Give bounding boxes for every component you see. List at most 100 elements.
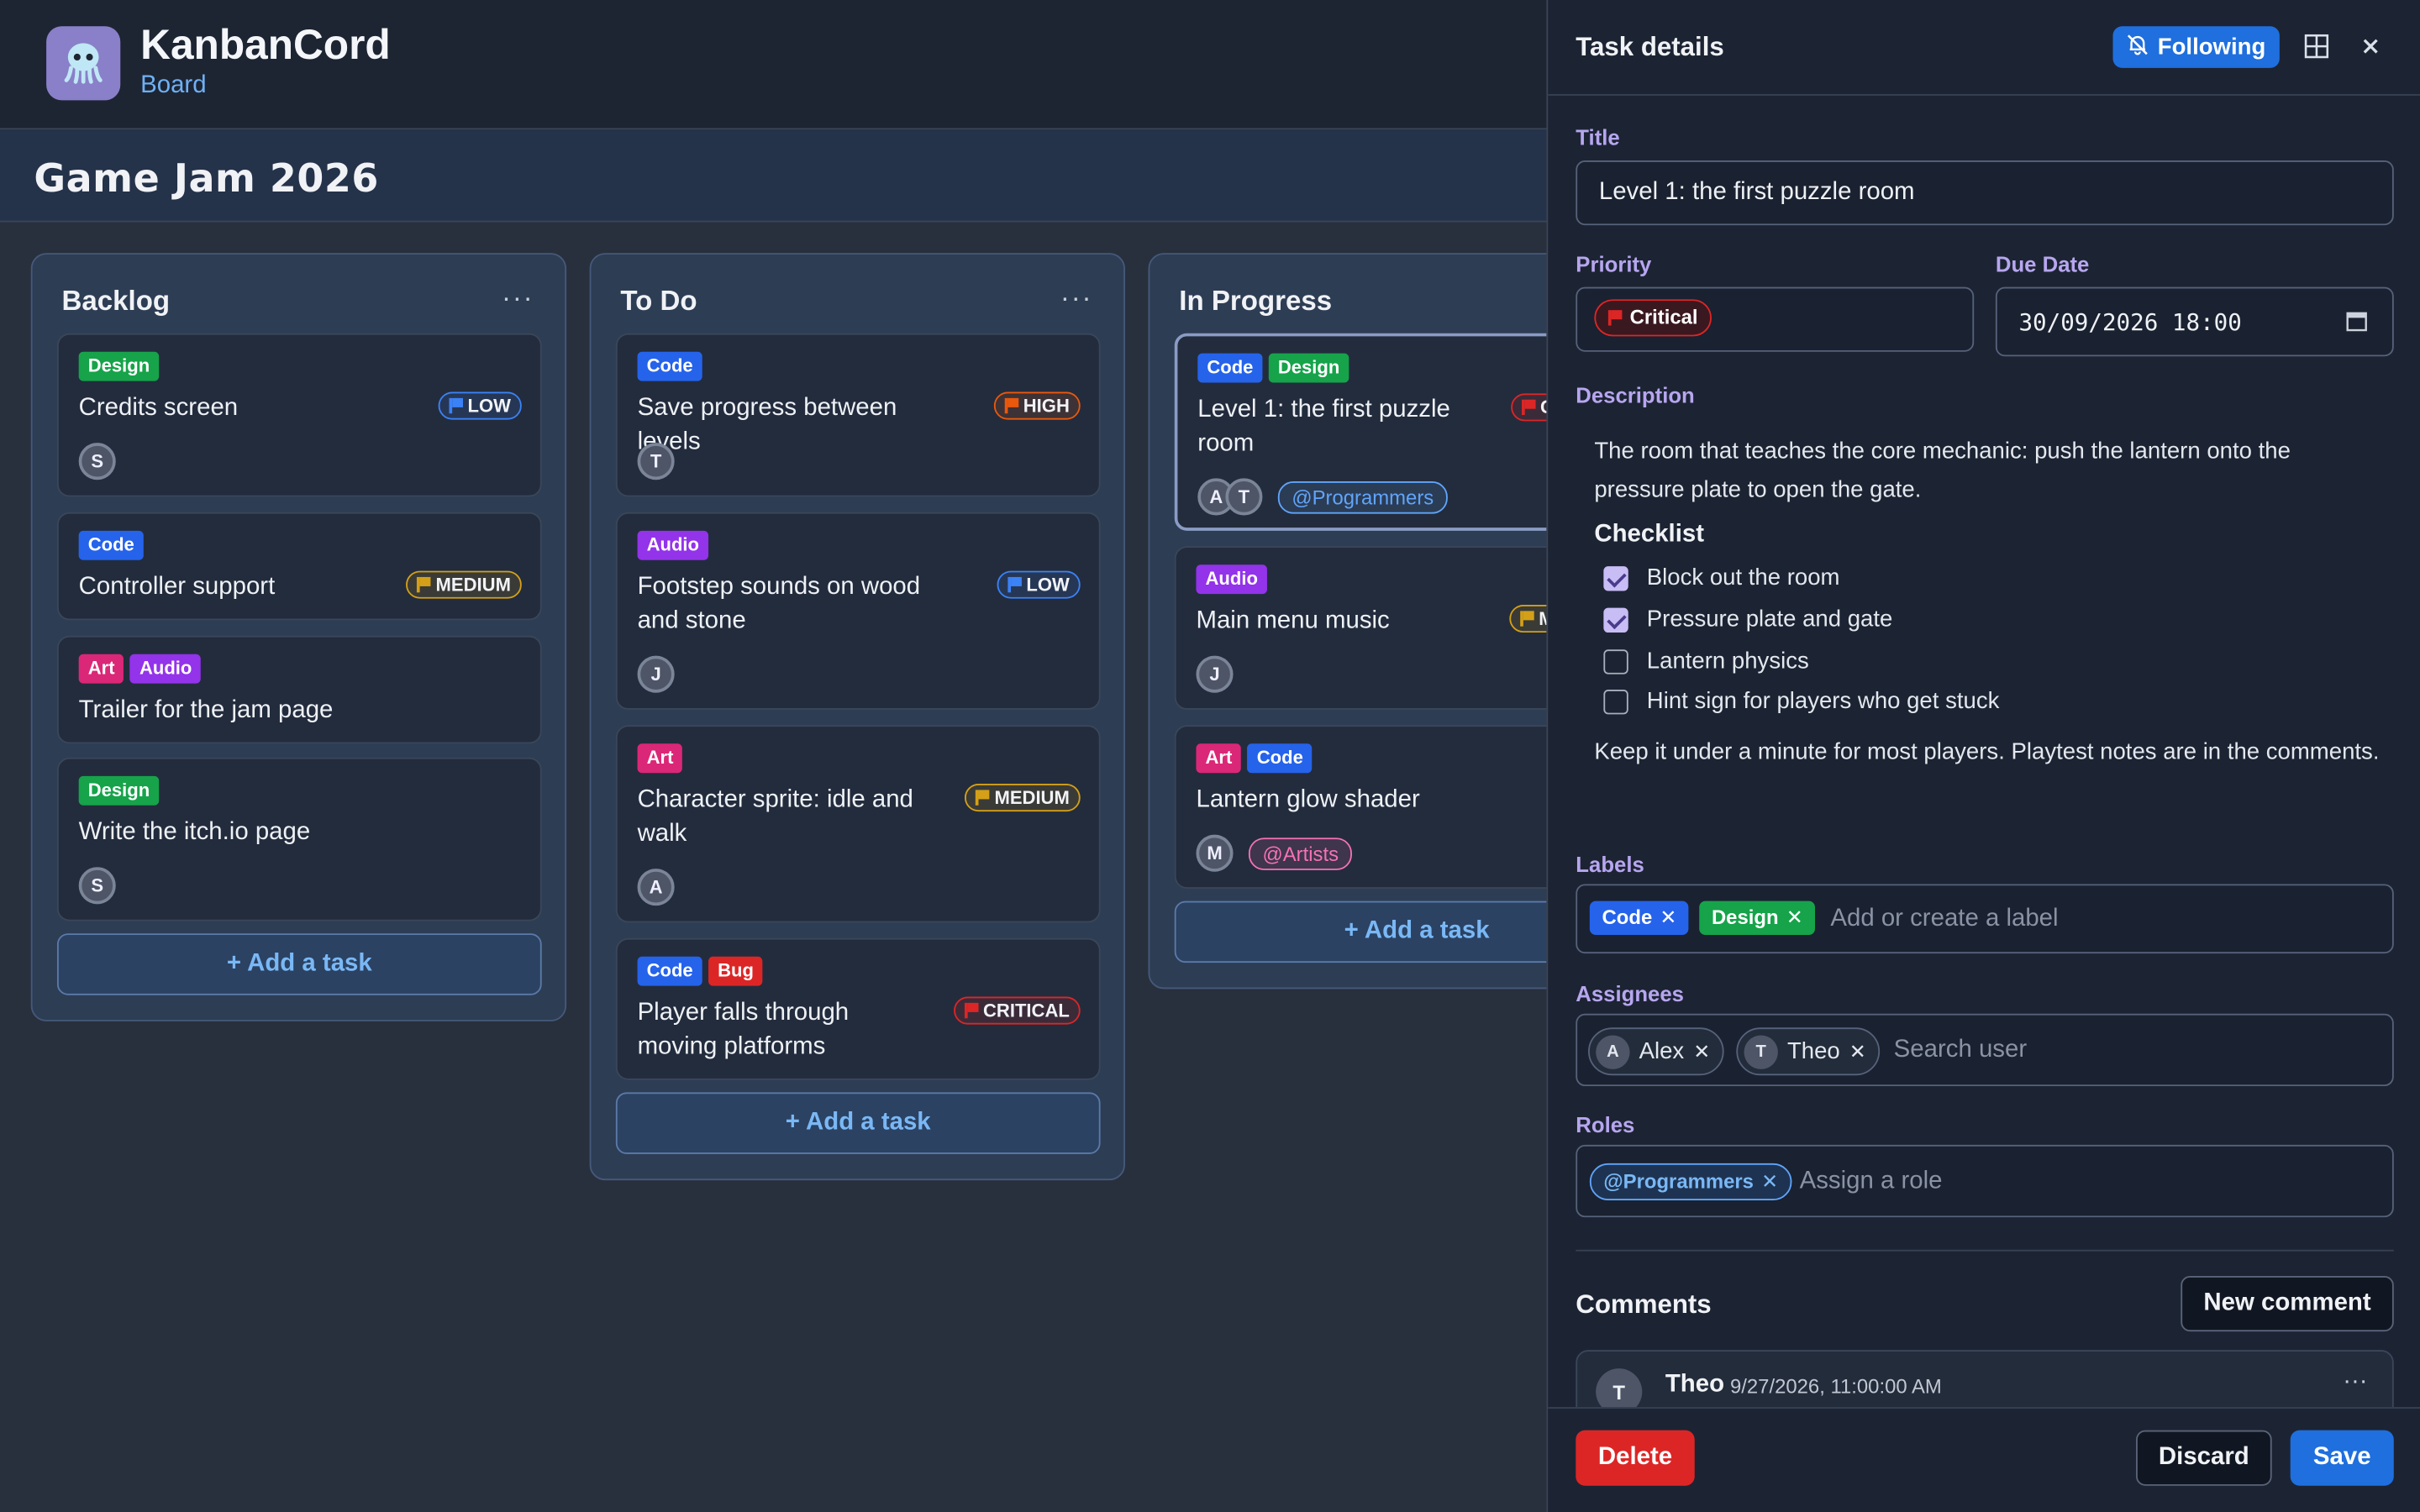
remove-label-icon[interactable]: ✕ (1660, 906, 1676, 930)
assignees-input[interactable]: A Alex ✕ T Theo ✕ Search user (1576, 1013, 2394, 1087)
due-date-field-label: Due Date (1995, 251, 2090, 276)
divider (1576, 1249, 2394, 1252)
label-tag: Design (1268, 353, 1349, 383)
remove-assignee-icon[interactable]: ✕ (1849, 1039, 1866, 1063)
priority-text: LOW (467, 395, 511, 417)
due-date-value: 30/09/2026 18:00 (2018, 308, 2242, 337)
column-title: Backlog (61, 285, 171, 317)
label-tag: Code (78, 530, 144, 560)
discard-button[interactable]: Discard (2136, 1430, 2272, 1486)
following-label: Following (2157, 34, 2266, 60)
task-card[interactable]: Design Credits screen LOW S (56, 333, 542, 497)
role-chip-programmers: @Programmers ✕ (1589, 1163, 1792, 1200)
assignee-name: Theo (1786, 1038, 1840, 1065)
following-button[interactable]: Following (2112, 26, 2280, 68)
priority-chip-label: Critical (1629, 305, 1698, 329)
flag-icon (964, 1002, 979, 1019)
labels-placeholder: Add or create a label (1830, 906, 2059, 932)
avatar: J (637, 655, 675, 693)
app-subtitle[interactable]: Board (140, 72, 206, 100)
task-card[interactable]: Code Controller support MEDIUM (56, 512, 542, 621)
label-tag: Code (1247, 743, 1313, 774)
card-labels: Art (637, 743, 683, 774)
priority-badge: LOW (438, 391, 522, 420)
avatar: T (1744, 1034, 1778, 1068)
label-tag: Design (78, 351, 160, 381)
comment-time: 9/27/2026, 11:00:00 AM (1729, 1374, 1942, 1399)
roles-input[interactable]: @Programmers ✕ Assign a role (1576, 1144, 2394, 1218)
checklist-item[interactable]: Lantern physics (1603, 648, 1809, 675)
bell-off-icon (2127, 33, 2149, 60)
column-menu-icon[interactable]: ··· (1060, 282, 1093, 315)
card-assignees: A (637, 869, 675, 906)
label-chip-text: Code (1602, 906, 1653, 929)
column-menu-icon[interactable]: ··· (502, 282, 534, 315)
label-tag: Code (637, 956, 702, 986)
label-chip-design: Design ✕ (1699, 900, 1816, 936)
octopus-logo-icon[interactable] (46, 26, 121, 101)
priority-badge: MEDIUM (965, 784, 1081, 812)
description-outro: Keep it under a minute for most players.… (1594, 738, 2380, 766)
avatar: T (1225, 478, 1263, 516)
card-labels: Code (78, 530, 144, 560)
save-button[interactable]: Save (2290, 1430, 2394, 1486)
new-comment-button[interactable]: New comment (2181, 1275, 2394, 1332)
add-task-button[interactable]: + Add a task (56, 933, 542, 995)
checklist-item[interactable]: Hint sign for players who get stuck (1603, 688, 1999, 714)
card-assignees: M @Artists (1196, 834, 1353, 872)
task-card[interactable]: Code Bug Player falls through moving platf… (615, 937, 1101, 1080)
task-card[interactable]: Code Save progress between levels HIGH T (615, 333, 1101, 497)
comment-menu-icon[interactable]: ··· (2343, 1368, 2367, 1396)
labels-input[interactable]: Code ✕ Design ✕ Add or create a label (1576, 884, 2394, 954)
checkbox[interactable] (1603, 606, 1628, 633)
card-title: Main menu music (1196, 607, 1390, 634)
app-title: KanbanCord (140, 21, 391, 68)
column-title: To Do (620, 285, 697, 317)
card-title: Footstep sounds on wood and stone (637, 574, 921, 634)
due-date-input[interactable]: 30/09/2026 18:00 (1995, 286, 2394, 357)
title-input-value: Level 1: the first puzzle room (1598, 179, 1915, 206)
card-assignees: J (1196, 655, 1234, 693)
checklist-item[interactable]: Block out the room (1603, 564, 1840, 591)
checkbox[interactable] (1603, 648, 1628, 674)
description-intro: The room that teaches the core mechanic:… (1594, 438, 2291, 503)
task-card[interactable]: Audio Footstep sounds on wood and stone LO… (615, 512, 1101, 710)
panel-footer: Delete Discard Save (1548, 1407, 2420, 1512)
task-details-panel: Task details Following Title Level 1: th… (1546, 0, 2420, 1512)
label-tag: Design (78, 775, 160, 806)
remove-role-icon[interactable]: ✕ (1761, 1169, 1778, 1194)
card-title: Save progress between levels (637, 395, 897, 455)
label-tag: Audio (637, 530, 709, 560)
task-card[interactable]: Design Write the itch.io page S (56, 757, 542, 921)
remove-assignee-icon[interactable]: ✕ (1693, 1039, 1710, 1063)
delete-button[interactable]: Delete (1576, 1430, 1695, 1486)
card-labels: Audio (637, 530, 709, 560)
task-card[interactable]: Art Character sprite: idle and walk MEDIUM… (615, 725, 1101, 923)
avatar: M (1196, 834, 1234, 872)
remove-label-icon[interactable]: ✕ (1786, 906, 1803, 930)
column-title: In Progress (1179, 285, 1333, 317)
priority-badge: MEDIUM (406, 570, 522, 599)
title-input[interactable]: Level 1: the first puzzle room (1576, 160, 2394, 226)
add-task-button[interactable]: + Add a task (615, 1092, 1101, 1154)
label-tag: Code (637, 351, 702, 381)
close-icon[interactable] (2355, 31, 2386, 62)
label-tag: Audio (129, 654, 202, 684)
checkbox[interactable] (1603, 565, 1628, 591)
roles-placeholder: Assign a role (1799, 1168, 1943, 1194)
checklist-item-text: Block out the room (1646, 564, 1840, 591)
task-card[interactable]: Art Audio Trailer for the jam page (56, 635, 542, 744)
flag-icon (417, 576, 432, 593)
calendar-icon[interactable] (2346, 310, 2368, 339)
priority-select[interactable]: Critical (1576, 286, 1975, 352)
checklist-item[interactable]: Pressure plate and gate (1603, 606, 1892, 633)
checklist-heading: Checklist (1594, 521, 1705, 549)
checkbox[interactable] (1603, 689, 1628, 714)
card-labels: Code Bug (637, 956, 763, 986)
card-title: Write the itch.io page (78, 819, 311, 846)
flag-icon (449, 397, 464, 414)
avatar: S (78, 867, 116, 905)
priority-text: MEDIUM (994, 786, 1070, 809)
label-tag: Art (637, 743, 683, 774)
layout-icon[interactable] (2302, 31, 2333, 62)
